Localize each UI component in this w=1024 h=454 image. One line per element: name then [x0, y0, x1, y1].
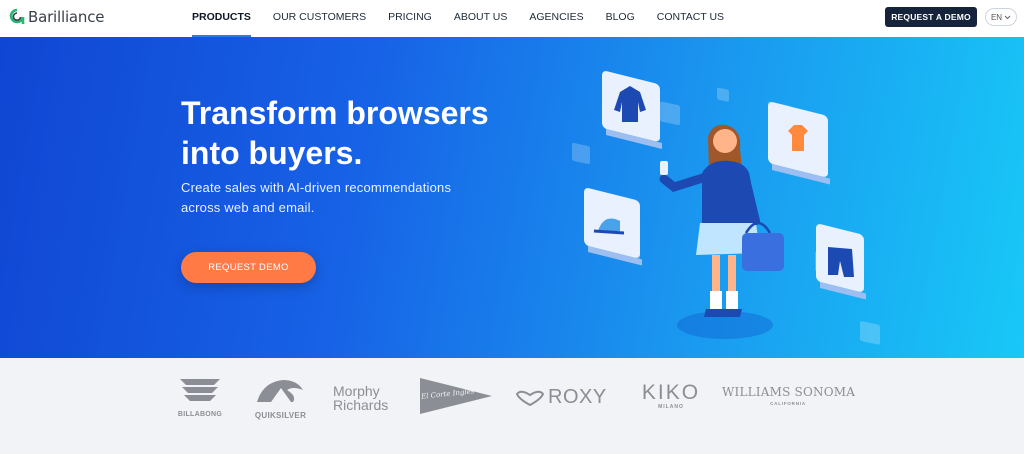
el-corte-ingles-logo: El Corte Inglés: [418, 376, 494, 416]
barilliance-logo[interactable]: Barilliance: [9, 8, 104, 26]
request-demo-button[interactable]: REQUEST DEMO: [181, 252, 316, 283]
shopper-illustration: [572, 71, 880, 345]
kiko-text: KIKO: [641, 381, 701, 404]
hero-headline: Transform browsers into buyers.: [181, 93, 521, 173]
kiko-caption: MILANO: [658, 404, 684, 410]
subtitle-line-2: across web and email.: [181, 200, 315, 215]
billabong-logo: BILLABONG: [176, 376, 224, 418]
hero-section: Transform browsers into buyers. Create s…: [0, 37, 1024, 358]
quiksilver-caption: QUIKSILVER: [254, 411, 307, 420]
williams-sonoma-caption: CALIFORNIA: [770, 401, 806, 406]
logo-text: Barilliance: [28, 8, 105, 26]
menu-item-pricing[interactable]: PRICING: [388, 0, 432, 37]
billabong-caption: BILLABONG: [177, 411, 223, 418]
chevron-down-icon: [1004, 15, 1011, 19]
williams-sonoma-text: WILLIAMS SONOMA: [722, 385, 856, 399]
roxy-text: ROXY: [548, 386, 607, 408]
menu-item-agencies[interactable]: AGENCIES: [529, 0, 583, 37]
hero-subtitle: Create sales with AI-driven recommendati…: [181, 178, 481, 218]
kiko-logo: KIKO MILANO: [636, 381, 706, 411]
cap-card: [584, 188, 642, 266]
menu-item-blog[interactable]: BLOG: [606, 0, 635, 37]
quiksilver-logo: QUIKSILVER: [253, 376, 308, 420]
language-label: EN: [990, 12, 1003, 22]
top-navbar: Barilliance PRODUCTS OUR CUSTOMERS PRICI…: [0, 0, 1024, 37]
roxy-heart-icon: [515, 390, 545, 406]
woman-figure: [659, 124, 784, 317]
customer-logos-strip: BILLABONG QUIKSILVER Morphy Richards El …: [0, 358, 1024, 454]
richards-text: Richards: [333, 397, 389, 413]
barilliance-logo-icon: [9, 8, 25, 24]
subtitle-line-1: Create sales with AI-driven recommendati…: [181, 180, 452, 195]
roxy-logo: ROXY: [515, 386, 607, 409]
morphy-text: Morphy: [333, 383, 380, 399]
jacket-card: [602, 71, 662, 149]
shorts-card: [816, 224, 866, 300]
menu-item-our-customers[interactable]: OUR CUSTOMERS: [273, 0, 366, 37]
menu-item-about-us[interactable]: ABOUT US: [454, 0, 507, 37]
headline-line-2: into buyers.: [181, 135, 363, 171]
request-a-demo-button[interactable]: REQUEST A DEMO: [885, 7, 977, 27]
headline-line-1: Transform browsers: [181, 95, 489, 131]
billabong-mark-icon: [180, 379, 220, 401]
language-selector[interactable]: EN: [985, 8, 1017, 26]
williams-sonoma-logo: WILLIAMS SONOMA CALIFORNIA: [722, 385, 856, 406]
top-card: [768, 102, 830, 185]
quiksilver-mark-icon: [257, 380, 303, 402]
menu-item-contact-us[interactable]: CONTACT US: [657, 0, 724, 37]
menu-item-products[interactable]: PRODUCTS: [192, 0, 251, 37]
morphy-richards-logo: Morphy Richards: [333, 384, 403, 412]
main-menu: PRODUCTS OUR CUSTOMERS PRICING ABOUT US …: [192, 0, 746, 37]
